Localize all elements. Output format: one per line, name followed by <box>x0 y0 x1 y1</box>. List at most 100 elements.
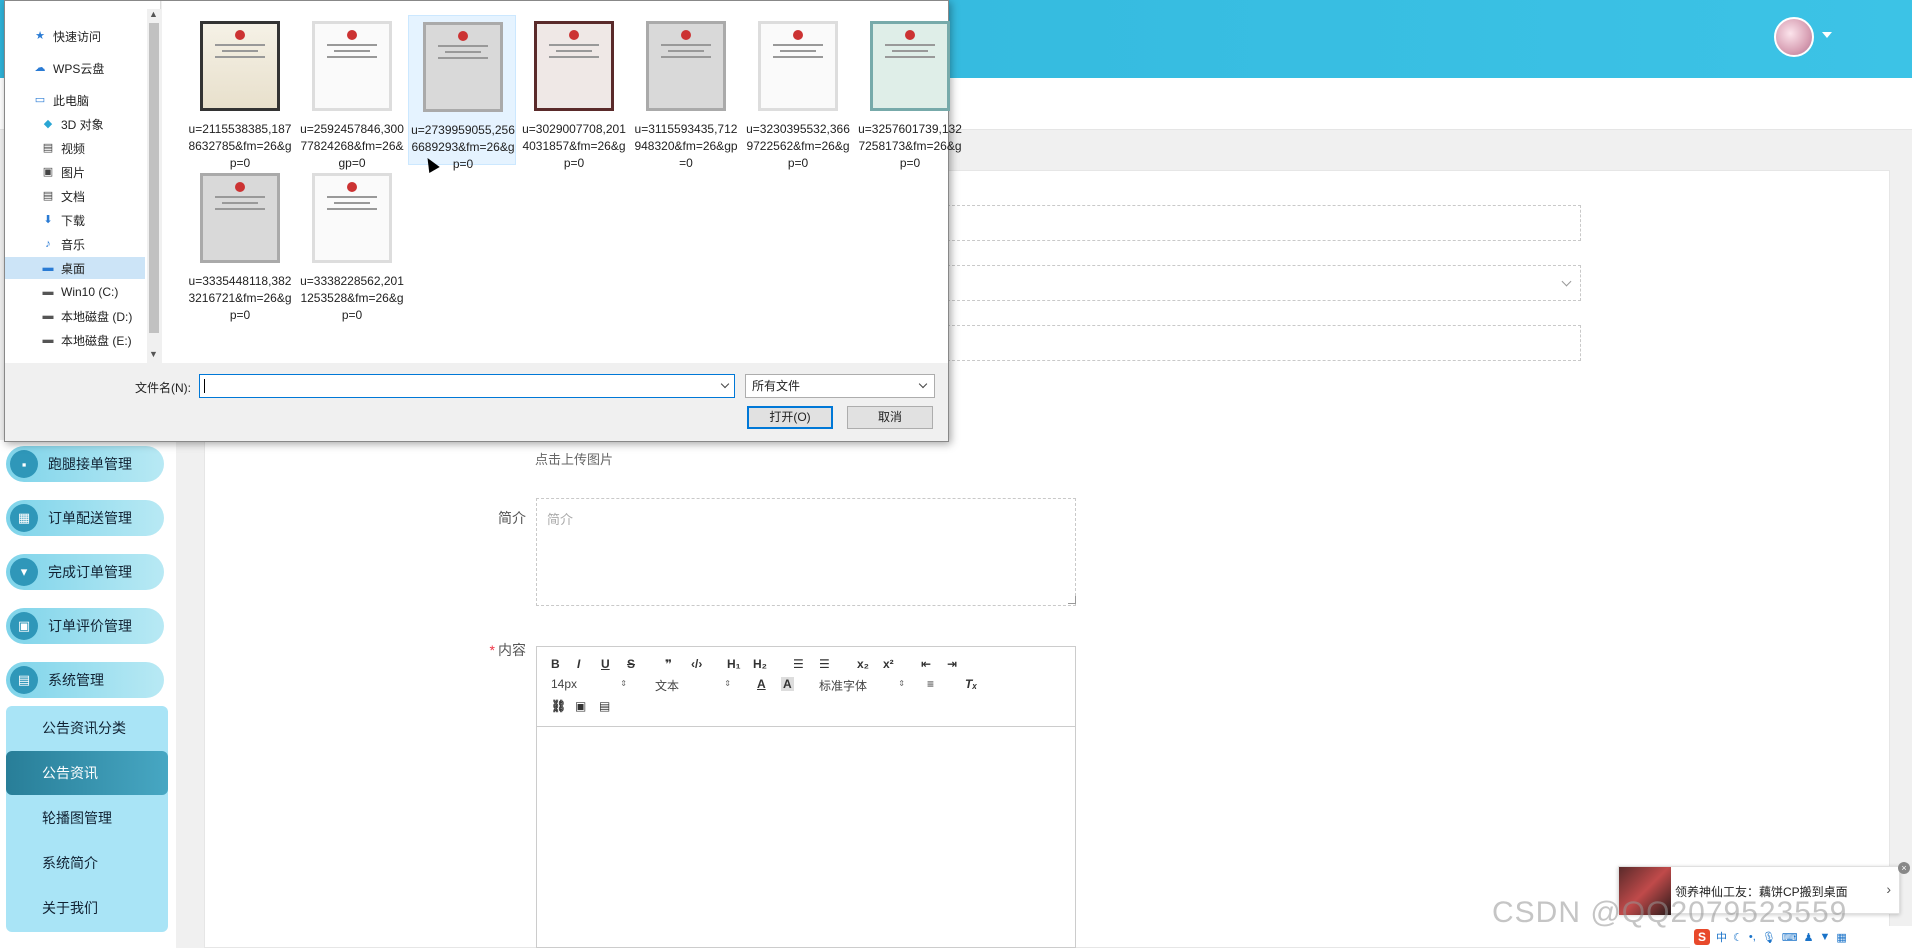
grid-icon[interactable]: ▦ <box>1836 931 1846 944</box>
sidebar-item-system[interactable]: ▤ 系统管理 <box>6 662 164 698</box>
nav-item-wps-cloud[interactable]: ☁ WPS云盘 <box>5 57 145 79</box>
scroll-down-icon[interactable]: ▼ <box>149 349 158 359</box>
video-icon[interactable]: ▤ <box>599 699 610 713</box>
sidebar-item-delivery[interactable]: ▦ 订单配送管理 <box>6 500 164 536</box>
align-icon[interactable]: ≡ <box>927 677 934 691</box>
file-item[interactable]: u=2592457846,30077824268&fm=26&gp=0 <box>298 15 406 170</box>
heading1-icon[interactable]: H₁ <box>727 657 741 671</box>
superscript-icon[interactable]: x² <box>883 657 894 671</box>
chevron-down-icon[interactable] <box>1822 32 1832 38</box>
file-item[interactable]: u=2115538385,1878632785&fm=26&gp=0 <box>186 15 294 170</box>
ordered-list-icon[interactable]: ☰ <box>793 657 804 671</box>
intro-textarea[interactable]: 简介 <box>536 498 1076 606</box>
bold-icon[interactable]: B <box>551 657 560 671</box>
sidebar-item-reviews[interactable]: ▣ 订单评价管理 <box>6 608 164 644</box>
heading2-icon[interactable]: H₂ <box>753 657 767 671</box>
submenu-item-about[interactable]: 关于我们 <box>6 886 168 930</box>
font-family-select[interactable]: 标准字体 ⇕ <box>819 677 905 694</box>
nav-item-documents[interactable]: ▤ 文档 <box>5 185 145 207</box>
user-icon[interactable]: ♟ <box>1804 931 1814 944</box>
ime-mode[interactable]: 中 <box>1716 929 1727 945</box>
close-icon[interactable]: × <box>1898 862 1910 874</box>
sogou-logo-icon[interactable]: S <box>1694 929 1710 945</box>
nav-item-music[interactable]: ♪ 音乐 <box>5 233 145 255</box>
italic-icon[interactable]: I <box>577 657 580 671</box>
text-style-value: 文本 <box>655 679 680 693</box>
file-item[interactable]: u=2739959055,2566689293&fm=26&gp=0 <box>408 15 516 171</box>
link-icon[interactable]: ⛓ <box>551 699 566 713</box>
nav-item-drive-d[interactable]: ▬ 本地磁盘 (D:) <box>5 305 145 327</box>
file-open-dialog: ★ 快速访问 ☁ WPS云盘 ▭ 此电脑 ◆ 3D 对象 ▤ 视频 ▣ 图片 ▤ 文档 ⬇ 下载… <box>4 0 962 442</box>
text-style-select[interactable]: 文本 ⇕ <box>655 677 731 694</box>
user-avatar[interactable] <box>1774 17 1814 57</box>
sidebar-item-errand-orders[interactable]: ▪ 跑腿接单管理 <box>6 446 164 482</box>
nav-scrollbar[interactable]: ▲ ▼ <box>147 9 161 363</box>
category-select[interactable] <box>947 265 1581 301</box>
sidebar-item-completed[interactable]: ▾ 完成订单管理 <box>6 554 164 590</box>
star-icon: ★ <box>35 30 45 42</box>
underline-icon[interactable]: U <box>601 657 610 671</box>
title-input[interactable] <box>947 205 1581 241</box>
clear-format-icon[interactable]: Tₓ <box>965 677 977 691</box>
file-name: u=2592457846,30077824268&fm=26&gp=0 <box>300 122 404 170</box>
nav-item-this-pc[interactable]: ▭ 此电脑 <box>5 89 145 111</box>
submenu-item-carousel[interactable]: 轮播图管理 <box>6 796 168 840</box>
resize-grip-icon[interactable] <box>1068 596 1076 604</box>
filename-input[interactable] <box>199 374 735 398</box>
file-item[interactable]: u=3335448118,3823216721&fm=26&gp=0 <box>186 167 294 322</box>
subscript-icon[interactable]: x₂ <box>857 657 869 671</box>
chevron-down-icon[interactable] <box>720 379 730 389</box>
shirt-icon[interactable]: ▼ <box>1820 931 1831 943</box>
strike-icon[interactable]: S <box>627 657 635 671</box>
nav-item-drive-c[interactable]: ▬ Win10 (C:) <box>5 281 145 303</box>
nav-label: 图片 <box>61 165 86 180</box>
file-item[interactable]: u=3230395532,3669722562&fm=26&gp=0 <box>744 15 852 170</box>
quote-icon[interactable]: ❞ <box>665 657 672 671</box>
file-type-select[interactable]: 所有文件 <box>745 374 935 398</box>
upload-hint[interactable]: 点击上传图片 <box>535 449 613 468</box>
file-item[interactable]: u=3338228562,2011253528&fm=26&gp=0 <box>298 167 406 322</box>
chevron-right-icon[interactable]: › <box>1886 881 1891 897</box>
open-button[interactable]: 打开(O) <box>747 406 833 429</box>
code-icon[interactable]: ‹/› <box>691 657 702 671</box>
nav-item-drive-e[interactable]: ▬ 本地磁盘 (E:) <box>5 329 145 351</box>
submenu-item-notice[interactable]: 公告资讯 <box>6 751 168 795</box>
font-size-select[interactable]: 14px ⇕ <box>551 677 627 691</box>
drive-icon: ▬ <box>42 334 54 346</box>
cancel-button[interactable]: 取消 <box>847 406 933 429</box>
outdent-icon[interactable]: ⇤ <box>921 657 931 671</box>
font-color-icon[interactable]: A <box>757 677 766 691</box>
nav-item-downloads[interactable]: ⬇ 下载 <box>5 209 145 231</box>
file-item[interactable]: u=3115593435,712948320&fm=26&gp=0 <box>632 15 740 170</box>
submenu-item-notice-category[interactable]: 公告资讯分类 <box>6 706 168 750</box>
keyboard-icon[interactable]: ⌨ <box>1782 931 1798 944</box>
nav-item-video[interactable]: ▤ 视频 <box>5 137 145 159</box>
nav-item-quick-access[interactable]: ★ 快速访问 <box>5 25 145 47</box>
indent-icon[interactable]: ⇥ <box>947 657 957 671</box>
file-item[interactable]: u=3257601739,1327258173&fm=26&gp=0 <box>856 15 964 170</box>
intro-label: 简介 <box>498 510 526 526</box>
submenu-item-intro[interactable]: 系统简介 <box>6 841 168 885</box>
nav-item-desktop[interactable]: ▬ 桌面 <box>5 257 145 279</box>
nav-label: 本地磁盘 (D:) <box>61 309 133 324</box>
bullet-list-icon[interactable]: ☰ <box>819 657 830 671</box>
scroll-thumb[interactable] <box>149 23 159 333</box>
nav-item-3d[interactable]: ◆ 3D 对象 <box>5 113 145 135</box>
punctuation-icon[interactable]: •, <box>1749 931 1756 943</box>
nav-label: Win10 (C:) <box>61 285 119 299</box>
sidebar-item-label: 订单评价管理 <box>48 618 132 634</box>
file-name: u=2115538385,1878632785&fm=26&gp=0 <box>188 122 292 170</box>
certificate-thumbnail <box>534 21 614 111</box>
moon-icon[interactable]: ☾ <box>1733 931 1743 944</box>
image-field[interactable] <box>947 325 1581 361</box>
computer-icon: ▭ <box>34 94 46 106</box>
file-item[interactable]: u=3029007708,2014031857&fm=26&gp=0 <box>520 15 628 170</box>
image-icon[interactable]: ▣ <box>575 699 586 713</box>
nav-label: 此电脑 <box>53 93 90 108</box>
background-color-icon[interactable]: A <box>781 677 794 691</box>
file-type-value: 所有文件 <box>752 379 801 393</box>
microphone-icon[interactable]: 🎙 <box>1762 931 1776 944</box>
nav-item-pictures[interactable]: ▣ 图片 <box>5 161 145 183</box>
scroll-up-icon[interactable]: ▲ <box>149 9 158 19</box>
text-caret <box>204 379 205 393</box>
